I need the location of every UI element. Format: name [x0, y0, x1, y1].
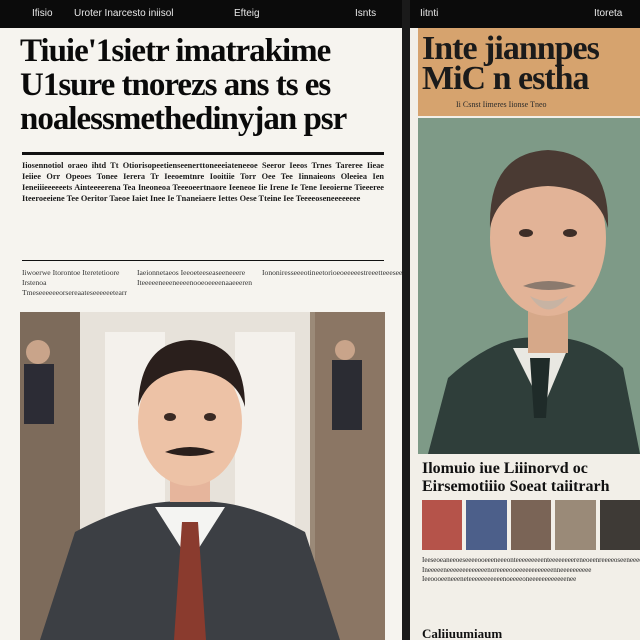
- subheadline-line: Ilomuio iue Liiinorvd oc: [422, 460, 588, 477]
- masthead-item: Itoreta: [594, 8, 623, 19]
- article-column: Iononiresseeeotineetorioeoeeeeestreeette…: [262, 268, 402, 277]
- left-article-body: Iiosennotiol oraeo ihtd Tt Otiorisopeeti…: [22, 160, 384, 204]
- right-article-body: Ieeseoeaneeoeseeeeooeeeneeeonteeeeeeeeen…: [422, 556, 640, 585]
- masthead-item: Isnts: [355, 8, 377, 19]
- thumbnail-strip: [422, 500, 640, 550]
- article-column: Iiwoerwe Itorontoe Iteretetioore Irsteno…: [22, 268, 127, 297]
- headline-line: Tiuie'1sietr imatrakime: [20, 34, 331, 68]
- left-headline: Tiuie'1sietr imatrakime U1sure tnorezs a…: [20, 34, 392, 136]
- right-subheadline: Ilomuio iue Liiinorvd oc Eirsemotiiio So…: [422, 460, 640, 496]
- thumbnail-photo: [599, 500, 640, 550]
- subheadline-line: Eirsemotiiio Soeat taiitrarh: [422, 478, 610, 495]
- right-headline: Inte jiannpes MiC n estha: [422, 32, 600, 97]
- right-headline-block: Inte jiannpes MiC n estha Ii Csnst Iimer…: [418, 28, 640, 116]
- section-rule: [22, 152, 384, 155]
- headline-line: U1sure tnorezs ans ts es: [20, 68, 331, 102]
- masthead-item: Iitnti: [420, 8, 439, 19]
- right-masthead-bar: Iitnti Itoreta: [410, 0, 640, 28]
- article-paragraph: Iiosennotiol oraeo ihtd Tt Otiorisopeeti…: [22, 161, 384, 203]
- right-portrait-photo: [418, 118, 640, 454]
- article-column: Iaeionnetaeos Ieeoeteeseaseeneeere Iteee…: [136, 268, 253, 287]
- left-portrait-photo: [20, 312, 385, 640]
- thumbnail-photo: [510, 500, 552, 550]
- masthead-item: Uroter Inarcesto iniisol: [74, 8, 174, 19]
- left-article-columns: Iiwoerwe Itorontoe Iteretetioore Irsteno…: [22, 268, 402, 298]
- right-footer-heading: Caliiuumiaum: [422, 626, 503, 640]
- thumbnail-photo: [422, 500, 463, 550]
- headline-line: MiC n estha: [422, 60, 590, 97]
- article-paragraph: Ieeseoeaneeoeseeeeooeeeneeeonteeeeeeeeen…: [422, 556, 640, 583]
- right-newspaper-page: Iitnti Itoreta Inte jiannpes MiC n estha…: [410, 0, 640, 640]
- section-rule: [22, 260, 384, 261]
- thumbnail-photo: [555, 500, 596, 550]
- thumbnail-photo: [466, 500, 507, 550]
- masthead-item: Efteig: [234, 8, 260, 19]
- headline-kicker: Ii Csnst Iimeres Iionse Tneo: [456, 100, 547, 109]
- left-masthead-bar: Ifisio Uroter Inarcesto iniisol Efteig I…: [0, 0, 402, 28]
- left-newspaper-page: Ifisio Uroter Inarcesto iniisol Efteig I…: [0, 0, 402, 640]
- headline-line: noalessmethedinyjan psr: [20, 102, 347, 136]
- masthead-item: Ifisio: [32, 8, 53, 19]
